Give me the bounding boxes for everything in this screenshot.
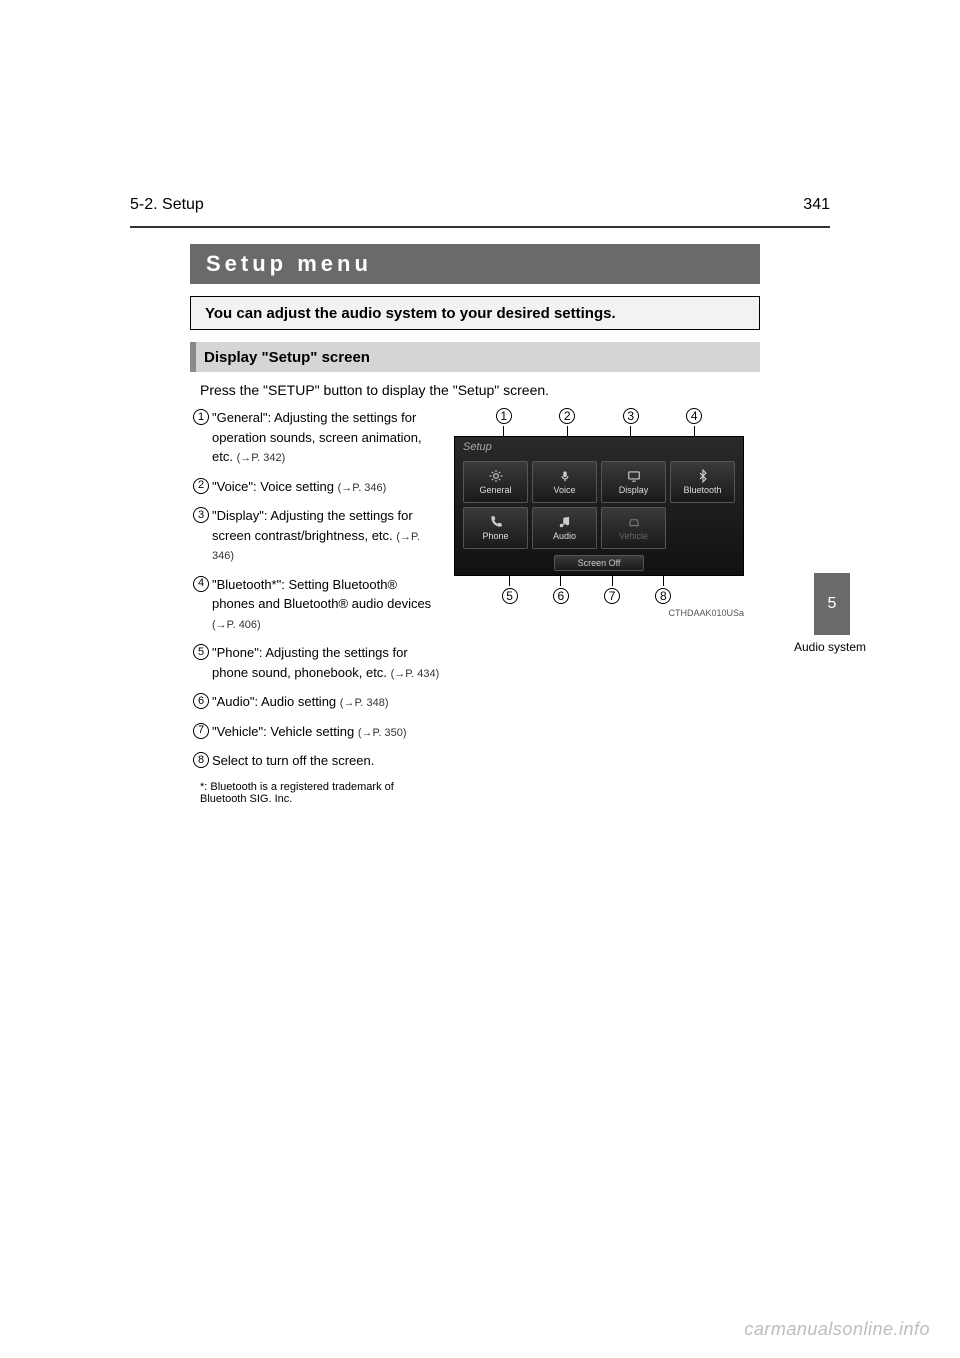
callout-lines	[454, 426, 744, 436]
page-ref: (→P. 348)	[340, 697, 389, 709]
car-icon	[626, 515, 642, 529]
list-item: 5 "Phone": Adjusting the settings for ph…	[190, 643, 440, 682]
screen-title: Setup	[463, 441, 492, 453]
press-line: Press the "SETUP" button to display the …	[200, 382, 760, 398]
chapter-tab: 5	[814, 573, 850, 635]
callout-bubble: 2	[559, 408, 575, 424]
setup-screen: Setup General Voice	[454, 436, 744, 576]
marker-icon: 1	[190, 408, 212, 426]
marker-icon: 7	[190, 722, 212, 740]
voice-icon	[557, 469, 573, 483]
list-item: 2 "Voice": Voice setting (→P. 346)	[190, 477, 440, 497]
callout-row-bottom: 5 6 7 8	[454, 586, 744, 604]
marker-icon: 8	[190, 751, 212, 769]
two-column-layout: 1 "General": Adjusting the settings for …	[190, 408, 760, 805]
list-item-text: "Voice": Voice setting (→P. 346)	[212, 477, 440, 497]
intro-box: You can adjust the audio system to your …	[190, 296, 760, 330]
page-ref: (→P. 406)	[212, 619, 261, 631]
list-item-text: "General": Adjusting the settings for op…	[212, 408, 440, 467]
list-item-text: "Vehicle": Vehicle setting (→P. 350)	[212, 722, 440, 742]
list-item-text: "Display": Adjusting the settings for sc…	[212, 506, 440, 565]
section-heading: Display "Setup" screen	[204, 349, 370, 366]
page-title-bar: Setup menu	[190, 244, 760, 284]
list-item-text: "Bluetooth*": Setting Bluetooth® phones …	[212, 575, 440, 634]
callout-list: 1 "General": Adjusting the settings for …	[190, 408, 440, 805]
list-item: 3 "Display": Adjusting the settings for …	[190, 506, 440, 565]
page-title: Setup menu	[206, 251, 372, 277]
body-area: Press the "SETUP" button to display the …	[190, 382, 760, 805]
screen-off-button[interactable]: Screen Off	[554, 555, 644, 571]
cell-audio[interactable]: Audio	[532, 507, 597, 549]
marker-icon: 3	[190, 506, 212, 524]
list-item: 7 "Vehicle": Vehicle setting (→P. 350)	[190, 722, 440, 742]
bluetooth-icon	[695, 469, 711, 483]
callout-bubble: 8	[655, 588, 671, 604]
list-item-text: Select to turn off the screen.	[212, 751, 440, 771]
manual-page: 5-2. Setup 341 Setup menu You can adjust…	[0, 0, 960, 1358]
list-item: 6 "Audio": Audio setting (→P. 348)	[190, 692, 440, 712]
image-code: CTHDAAK010USa	[668, 608, 744, 618]
page-ref: (→P. 346)	[338, 482, 387, 494]
page-header: 5-2. Setup 341	[130, 196, 830, 214]
header-section: 5-2. Setup	[130, 196, 204, 214]
cell-phone[interactable]: Phone	[463, 507, 528, 549]
gear-icon	[488, 469, 504, 483]
chapter-label: Audio system	[785, 640, 875, 654]
setup-screenshot: 1 2 3 4 Setup General	[454, 408, 744, 604]
display-icon	[626, 469, 642, 483]
marker-icon: 2	[190, 477, 212, 495]
list-item: 8 Select to turn off the screen.	[190, 751, 440, 771]
cell-bluetooth[interactable]: Bluetooth	[670, 461, 735, 503]
list-item-text: "Audio": Audio setting (→P. 348)	[212, 692, 440, 712]
music-icon	[557, 515, 573, 529]
callout-bubble: 6	[553, 588, 569, 604]
list-item: 4 "Bluetooth*": Setting Bluetooth® phone…	[190, 575, 440, 634]
chapter-number: 5	[828, 595, 837, 613]
callout-bubble: 1	[496, 408, 512, 424]
marker-icon: 4	[190, 575, 212, 593]
callout-lines	[454, 576, 744, 586]
page-number: 341	[803, 196, 830, 214]
callout-row-top: 1 2 3 4	[454, 408, 744, 426]
list-item: 1 "General": Adjusting the settings for …	[190, 408, 440, 467]
icon-grid: General Voice Display	[463, 461, 735, 549]
cell-vehicle[interactable]: Vehicle	[601, 507, 666, 549]
screenshot-column: 1 2 3 4 Setup General	[454, 408, 760, 805]
header-rule	[130, 226, 830, 228]
page-ref: (→P. 350)	[358, 727, 407, 739]
cell-voice[interactable]: Voice	[532, 461, 597, 503]
phone-icon	[488, 515, 504, 529]
intro-text: You can adjust the audio system to your …	[205, 305, 616, 322]
page-ref: (→P. 434)	[391, 668, 440, 680]
callout-bubble: 5	[502, 588, 518, 604]
section-heading-bar: Display "Setup" screen	[190, 342, 760, 372]
cell-general[interactable]: General	[463, 461, 528, 503]
marker-icon: 5	[190, 643, 212, 661]
footnote: *: Bluetooth is a registered trademark o…	[200, 781, 440, 805]
page-ref: (→P. 342)	[237, 452, 286, 464]
callout-bubble: 7	[604, 588, 620, 604]
list-item-text: "Phone": Adjusting the settings for phon…	[212, 643, 440, 682]
cell-display[interactable]: Display	[601, 461, 666, 503]
marker-icon: 6	[190, 692, 212, 710]
watermark: carmanualsonline.info	[744, 1319, 930, 1340]
callout-bubble: 3	[623, 408, 639, 424]
callout-bubble: 4	[686, 408, 702, 424]
